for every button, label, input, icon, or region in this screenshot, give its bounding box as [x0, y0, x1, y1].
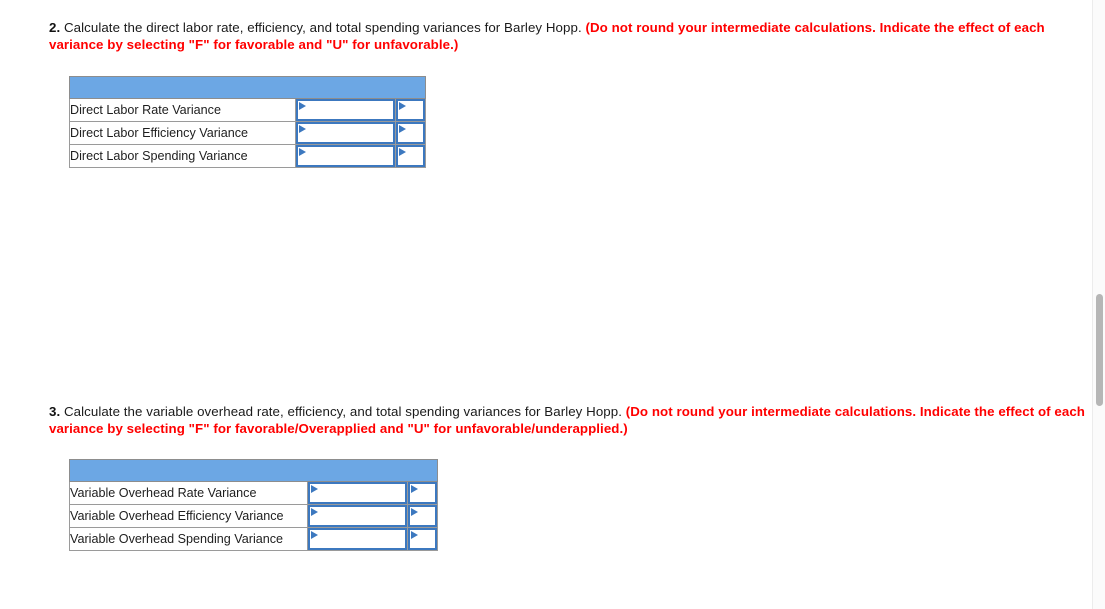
table-header-cell	[69, 76, 426, 99]
table-header-row	[69, 459, 438, 482]
amount-input-variable-overhead-efficiency-variance[interactable]	[308, 505, 407, 527]
question-3-prompt: Calculate the variable overhead rate, ef…	[64, 404, 622, 419]
row-label-direct-labor-rate-variance: Direct Labor Rate Variance	[69, 98, 296, 122]
scrollbar-thumb[interactable]	[1096, 294, 1103, 406]
table-row: Direct Labor Efficiency Variance	[69, 121, 426, 145]
effect-cell	[407, 481, 438, 505]
table-row: Variable Overhead Rate Variance	[69, 481, 438, 505]
table-header-cell	[69, 459, 438, 482]
amount-cell	[307, 527, 408, 551]
amount-input-direct-labor-rate-variance[interactable]	[296, 99, 395, 121]
vertical-scrollbar[interactable]	[1092, 0, 1105, 609]
effect-select-variable-overhead-spending-variance[interactable]	[408, 528, 437, 550]
effect-cell	[395, 98, 426, 122]
worksheet-page: 2. Calculate the direct labor rate, effi…	[0, 0, 1092, 609]
amount-cell	[295, 144, 396, 168]
direct-labor-variance-table: Direct Labor Rate Variance Direct Labor …	[69, 76, 426, 168]
question-2-number: 2.	[49, 20, 61, 35]
row-label-variable-overhead-spending-variance: Variable Overhead Spending Variance	[69, 527, 308, 551]
effect-select-variable-overhead-rate-variance[interactable]	[408, 482, 437, 504]
row-label-variable-overhead-rate-variance: Variable Overhead Rate Variance	[69, 481, 308, 505]
table-header-row	[69, 76, 426, 99]
table-row: Direct Labor Rate Variance	[69, 98, 426, 122]
question-block-2: 2. Calculate the direct labor rate, effi…	[49, 19, 1089, 53]
question-2-prompt: Calculate the direct labor rate, efficie…	[64, 20, 582, 35]
row-label-direct-labor-spending-variance: Direct Labor Spending Variance	[69, 144, 296, 168]
effect-select-variable-overhead-efficiency-variance[interactable]	[408, 505, 437, 527]
effect-cell	[395, 144, 426, 168]
table-row: Variable Overhead Efficiency Variance	[69, 504, 438, 528]
effect-cell	[395, 121, 426, 145]
effect-select-direct-labor-rate-variance[interactable]	[396, 99, 425, 121]
amount-input-variable-overhead-spending-variance[interactable]	[308, 528, 407, 550]
row-label-direct-labor-efficiency-variance: Direct Labor Efficiency Variance	[69, 121, 296, 145]
amount-input-variable-overhead-rate-variance[interactable]	[308, 482, 407, 504]
effect-cell	[407, 504, 438, 528]
variable-overhead-variance-table: Variable Overhead Rate Variance Variable…	[69, 459, 438, 551]
question-3-number: 3.	[49, 404, 61, 419]
table-row: Direct Labor Spending Variance	[69, 144, 426, 168]
amount-cell	[295, 98, 396, 122]
amount-cell	[307, 504, 408, 528]
question-3-text: 3. Calculate the variable overhead rate,…	[49, 403, 1089, 437]
effect-cell	[407, 527, 438, 551]
amount-cell	[295, 121, 396, 145]
question-2-text: 2. Calculate the direct labor rate, effi…	[49, 19, 1089, 53]
amount-input-direct-labor-efficiency-variance[interactable]	[296, 122, 395, 144]
effect-select-direct-labor-spending-variance[interactable]	[396, 145, 425, 167]
question-block-3: 3. Calculate the variable overhead rate,…	[49, 403, 1089, 437]
table-row: Variable Overhead Spending Variance	[69, 527, 438, 551]
row-label-variable-overhead-efficiency-variance: Variable Overhead Efficiency Variance	[69, 504, 308, 528]
amount-input-direct-labor-spending-variance[interactable]	[296, 145, 395, 167]
effect-select-direct-labor-efficiency-variance[interactable]	[396, 122, 425, 144]
amount-cell	[307, 481, 408, 505]
